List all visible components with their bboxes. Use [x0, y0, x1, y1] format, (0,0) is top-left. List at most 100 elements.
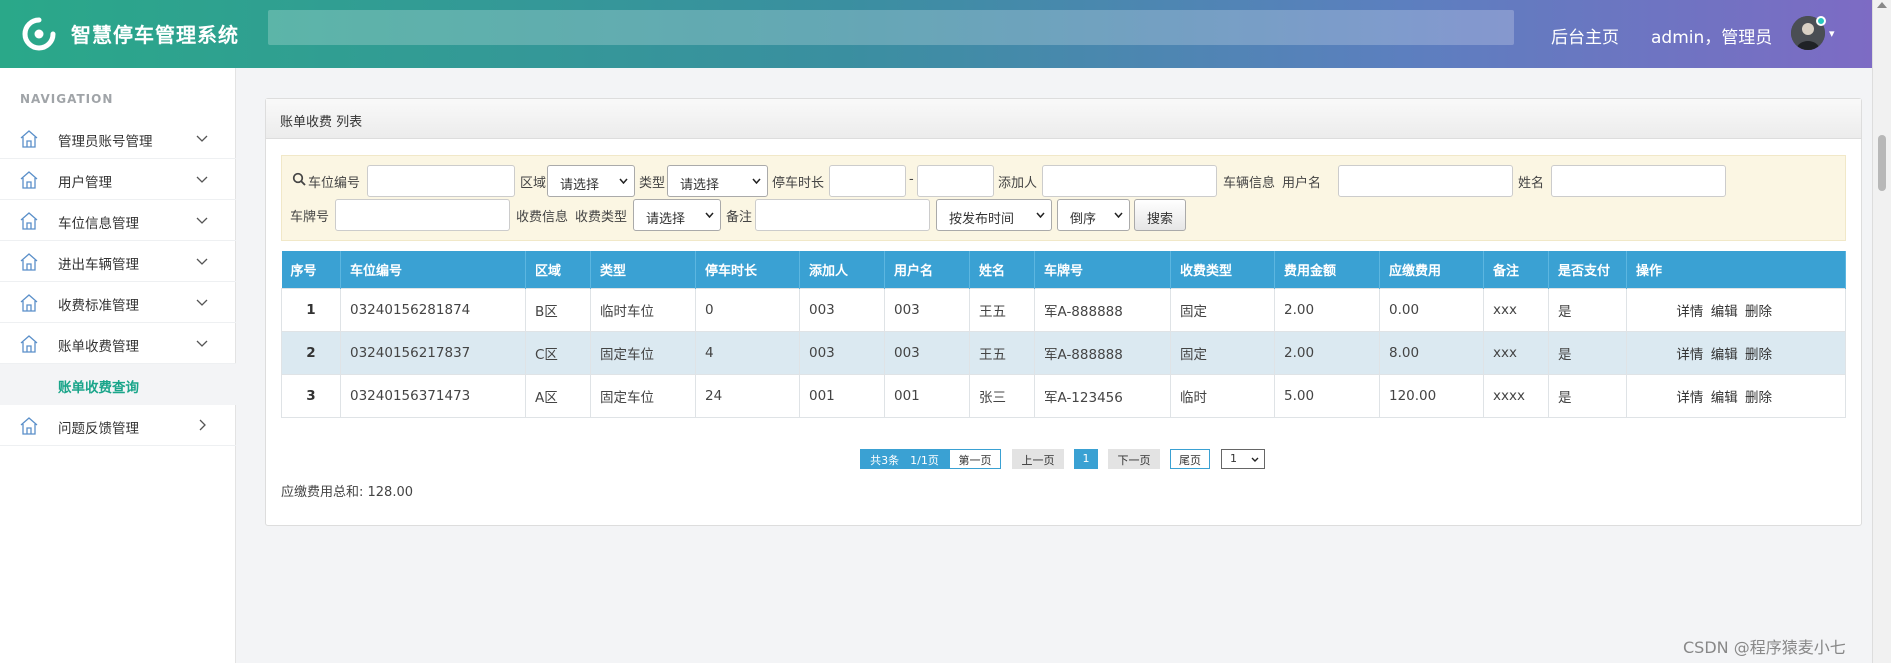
- next-page-button[interactable]: 下一页: [1108, 449, 1160, 469]
- scrollbar-thumb[interactable]: [1878, 135, 1886, 191]
- column-header[interactable]: 姓名: [969, 251, 1035, 288]
- detail-link[interactable]: 详情: [1676, 347, 1703, 363]
- detail-link[interactable]: 详情: [1676, 304, 1703, 320]
- column-header[interactable]: 序号: [281, 251, 341, 288]
- column-header[interactable]: 用户名: [884, 251, 970, 288]
- cell-type: 固定车位: [590, 330, 696, 375]
- column-header[interactable]: 是否支付: [1548, 251, 1627, 288]
- chevron-down-icon[interactable]: ▾: [1829, 27, 1835, 40]
- sort-field-select[interactable]: 按发布时间: [936, 199, 1052, 231]
- header-search-bar[interactable]: [268, 10, 1514, 45]
- column-header[interactable]: 操作: [1626, 251, 1846, 288]
- delete-link[interactable]: 删除: [1745, 347, 1772, 363]
- prev-page-button[interactable]: 上一页: [1012, 449, 1064, 469]
- adder-input[interactable]: [1042, 165, 1217, 197]
- edit-link[interactable]: 编辑: [1711, 390, 1738, 406]
- area-select[interactable]: 请选择: [547, 165, 635, 197]
- name-input[interactable]: [1551, 165, 1726, 197]
- detail-link[interactable]: 详情: [1676, 390, 1703, 406]
- column-header[interactable]: 区域: [525, 251, 591, 288]
- column-header[interactable]: 添加人: [799, 251, 885, 288]
- space-no-input[interactable]: [367, 165, 515, 197]
- sidebar-item-vehicles[interactable]: 进出车辆管理: [0, 241, 236, 282]
- cell-name: 张三: [969, 373, 1035, 418]
- plate-input[interactable]: [335, 199, 510, 231]
- home-icon: [20, 253, 38, 271]
- username-input[interactable]: [1338, 165, 1513, 197]
- edit-link[interactable]: 编辑: [1711, 347, 1738, 363]
- edit-link[interactable]: 编辑: [1711, 304, 1738, 320]
- cell-index: 2: [281, 330, 341, 375]
- cell-charge-type: 临时: [1170, 373, 1275, 418]
- remark-input[interactable]: [755, 199, 930, 231]
- delete-link[interactable]: 删除: [1745, 304, 1772, 320]
- chevron-down-icon: [196, 258, 208, 265]
- first-page-button[interactable]: 第一页: [949, 449, 1001, 469]
- chevron-right-icon: [199, 419, 206, 431]
- last-page-button[interactable]: 尾页: [1170, 449, 1210, 469]
- sidebar-item-users[interactable]: 用户管理: [0, 159, 236, 200]
- sidebar-item-feedback[interactable]: 问题反馈管理: [0, 405, 236, 446]
- sidebar-item-spaces[interactable]: 车位信息管理: [0, 200, 236, 241]
- chevron-down-icon: [196, 217, 208, 224]
- search-button[interactable]: 搜索: [1134, 199, 1186, 231]
- cell-operations: 详情 编辑 删除: [1626, 330, 1846, 375]
- type-label: 类型: [639, 176, 666, 191]
- column-header[interactable]: 备注: [1483, 251, 1549, 288]
- type-select[interactable]: 请选择: [667, 165, 768, 197]
- cell-plate: 军A-123456: [1034, 373, 1171, 418]
- search-icon: [292, 172, 306, 186]
- chevron-down-icon: [619, 178, 628, 184]
- charge-type-select[interactable]: 请选择: [633, 199, 721, 231]
- home-icon: [20, 171, 38, 189]
- cell-due: 120.00: [1379, 373, 1484, 418]
- column-header[interactable]: 车牌号: [1034, 251, 1171, 288]
- current-page-button[interactable]: 1: [1074, 449, 1098, 469]
- cell-amount: 5.00: [1274, 373, 1380, 418]
- cell-username: 001: [884, 373, 970, 418]
- page-jump-select[interactable]: 1: [1221, 449, 1265, 469]
- scroll-up-arrow-icon[interactable]: [1877, 2, 1887, 8]
- column-header[interactable]: 类型: [590, 251, 696, 288]
- table-row: 1 03240156281874 B区 临时车位 0 003 003 王五 军A…: [281, 287, 1846, 332]
- cell-paid: 是: [1548, 330, 1627, 375]
- area-label: 区域: [520, 176, 547, 191]
- column-header[interactable]: 收费类型: [1170, 251, 1275, 288]
- cell-duration: 4: [695, 330, 800, 375]
- home-icon: [20, 130, 38, 148]
- sidebar-item-label: 收费标准管理: [58, 298, 139, 314]
- chevron-down-icon: [1036, 212, 1045, 218]
- sidebar-subitem-billing-query[interactable]: 账单收费查询: [0, 364, 236, 405]
- sidebar-item-fee-standards[interactable]: 收费标准管理: [0, 282, 236, 323]
- bill-list-panel: 账单收费 列表 车位编号 区域 请选择 类型 请选择 停车时长 - 添加人 车辆…: [265, 98, 1862, 526]
- sort-order-select[interactable]: 倒序: [1057, 199, 1130, 231]
- cell-username: 003: [884, 330, 970, 375]
- column-header[interactable]: 停车时长: [695, 251, 800, 288]
- duration-label: 停车时长: [772, 176, 825, 191]
- page-scrollbar[interactable]: [1872, 0, 1891, 663]
- cell-adder: 003: [799, 330, 885, 375]
- user-info[interactable]: admin，管理员: [1651, 23, 1772, 48]
- chevron-down-icon: [196, 135, 208, 142]
- sidebar-subitem-label: 账单收费查询: [58, 380, 139, 396]
- cell-adder: 001: [799, 373, 885, 418]
- table-row: 2 03240156217837 C区 固定车位 4 003 003 王五 军A…: [281, 330, 1846, 375]
- username-label: 用户名: [1282, 176, 1322, 191]
- cell-remark: xxx: [1483, 330, 1549, 375]
- charge-type-label: 收费类型: [575, 210, 628, 225]
- column-header[interactable]: 费用金额: [1274, 251, 1380, 288]
- column-header[interactable]: 应缴费用: [1379, 251, 1484, 288]
- duration-min-input[interactable]: [829, 165, 906, 197]
- duration-max-input[interactable]: [917, 165, 994, 197]
- search-filter-form: 车位编号 区域 请选择 类型 请选择 停车时长 - 添加人 车辆信息 用户名 姓…: [281, 155, 1846, 241]
- home-link[interactable]: 后台主页: [1551, 23, 1619, 48]
- sidebar: NAVIGATION 管理员账号管理 用户管理 车位信息管理 进出车辆管理 收费…: [0, 68, 236, 663]
- sidebar-item-label: 车位信息管理: [58, 216, 139, 232]
- delete-link[interactable]: 删除: [1745, 390, 1772, 406]
- sidebar-item-billing[interactable]: 账单收费管理: [0, 323, 236, 364]
- remark-label: 备注: [726, 210, 753, 225]
- charge-info-label: 收费信息: [516, 210, 569, 225]
- sidebar-item-admin-accounts[interactable]: 管理员账号管理: [0, 118, 236, 159]
- chevron-down-icon: [1114, 212, 1123, 218]
- column-header[interactable]: 车位编号: [340, 251, 526, 288]
